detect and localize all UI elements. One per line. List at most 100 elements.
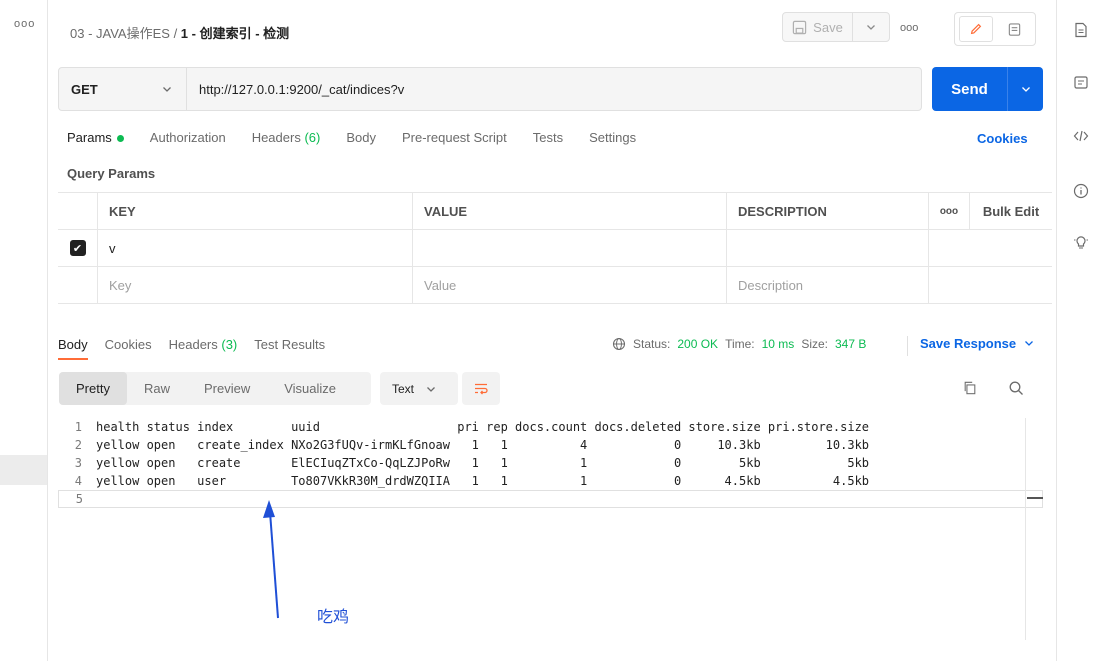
send-button-group: Send — [932, 67, 1043, 111]
tab-settings[interactable]: Settings — [589, 130, 636, 145]
table-header-row: KEY VALUE DESCRIPTION ooo Bulk Edit — [58, 193, 1052, 230]
sidebar-selected-item[interactable] — [0, 455, 47, 485]
col-key-header: KEY — [98, 193, 413, 229]
editor-scroll-marker — [1027, 497, 1043, 499]
tab-headers[interactable]: Headers (6) — [252, 130, 321, 145]
resp-tab-test-results[interactable]: Test Results — [254, 337, 325, 360]
document-icon — [1008, 22, 1020, 36]
size-value[interactable]: 347 B — [835, 337, 866, 351]
editor-scrollbar[interactable] — [1025, 418, 1026, 640]
mode-toggle — [954, 12, 1036, 46]
param-key-input[interactable]: v — [98, 230, 413, 266]
tab-body[interactable]: Body — [346, 130, 376, 145]
more-actions-icon[interactable]: ooo — [900, 22, 918, 34]
resp-tab-headers[interactable]: Headers (3) — [169, 337, 238, 360]
new-description-input[interactable]: Description — [727, 267, 929, 303]
wrap-lines-button[interactable] — [462, 372, 500, 405]
save-icon — [792, 20, 807, 34]
line-number: 5 — [75, 492, 83, 506]
bulk-edit-button[interactable]: Bulk Edit — [970, 193, 1052, 229]
cookies-link[interactable]: Cookies — [977, 131, 1028, 146]
method-select[interactable]: GET — [59, 68, 187, 110]
view-raw[interactable]: Raw — [127, 381, 187, 396]
resp-tab-body[interactable]: Body — [58, 337, 88, 360]
send-dropdown-button[interactable] — [1008, 67, 1043, 111]
param-description-input[interactable] — [727, 230, 929, 266]
table-more-icon[interactable]: ooo — [929, 193, 970, 229]
line-number: 3 — [74, 456, 82, 470]
code-line: 2 yellow open create_index NXo2G3fUQv-irm… — [58, 436, 1043, 454]
pencil-icon — [970, 23, 982, 35]
edit-mode-button[interactable] — [959, 16, 993, 42]
method-label: GET — [71, 81, 98, 97]
globe-icon — [612, 337, 626, 351]
size-label: Size: — [801, 337, 828, 351]
save-response-button[interactable]: Save Response — [920, 336, 1034, 351]
search-icon[interactable] — [1008, 380, 1024, 396]
chevron-down-icon — [1021, 87, 1030, 92]
code-line: 3 yellow open create ElECIuqZTxCo-QqLZJPo… — [58, 454, 1043, 472]
status-label: Status: — [633, 337, 671, 351]
param-enabled-checkbox[interactable]: ✔ — [69, 240, 86, 256]
format-label: Text — [392, 381, 415, 396]
view-pretty[interactable]: Pretty — [59, 372, 127, 405]
url-bar: GET http://127.0.0.1:9200/_cat/indices?v — [58, 67, 922, 111]
documentation-icon[interactable] — [1073, 22, 1089, 38]
resp-headers-count: (3) — [221, 337, 238, 352]
new-key-input[interactable]: Key — [98, 267, 413, 303]
left-sidebar: ooo — [0, 0, 48, 661]
chevron-down-icon — [1024, 341, 1033, 346]
col-value-header: VALUE — [413, 193, 727, 229]
chevron-down-icon — [427, 386, 435, 392]
query-params-title: Query Params — [67, 166, 156, 181]
code-line-current: 5 — [58, 490, 1043, 508]
breadcrumb-collection[interactable]: 03 - JAVA操作ES — [70, 26, 170, 41]
copy-icon[interactable] — [963, 381, 977, 395]
url-input[interactable]: http://127.0.0.1:9200/_cat/indices?v — [187, 82, 404, 97]
headers-count: (6) — [304, 130, 321, 145]
code-line: 4 yellow open user To807VKkR30M_drdWZQIIA… — [58, 472, 1043, 490]
table-row-new: Key Value Description — [58, 267, 1052, 304]
query-params-table: KEY VALUE DESCRIPTION ooo Bulk Edit ✔ v … — [58, 192, 1052, 304]
params-active-dot — [116, 135, 124, 143]
time-label: Time: — [725, 337, 755, 351]
annotation-text: 吃鸡 — [317, 607, 350, 626]
view-preview[interactable]: Preview — [187, 381, 267, 396]
wrap-lines-icon — [475, 383, 488, 394]
new-value-input[interactable]: Value — [413, 267, 727, 303]
info-icon[interactable] — [1073, 183, 1089, 199]
format-select[interactable]: Text — [380, 372, 458, 405]
request-header: 03 - JAVA操作ES / 1 - 创建索引 - 检测 Save ooo — [48, 0, 1056, 60]
lightbulb-icon[interactable] — [1073, 234, 1089, 250]
code-text: yellow open create_index NXo2G3fUQv-irmK… — [96, 438, 870, 452]
status-value: 200 OK — [677, 337, 719, 351]
view-visualize[interactable]: Visualize — [267, 381, 353, 396]
response-body-editor[interactable]: 1 health status index uuid pri rep docs.c… — [58, 418, 1043, 640]
code-snippet-icon[interactable] — [1073, 128, 1089, 144]
save-label: Save — [813, 19, 843, 35]
save-button[interactable]: Save — [783, 13, 853, 41]
chevron-down-icon — [867, 25, 875, 30]
breadcrumb-separator: / — [169, 26, 181, 41]
resp-tab-cookies[interactable]: Cookies — [105, 337, 152, 360]
line-number: 2 — [74, 438, 82, 452]
breadcrumb-request-name[interactable]: 1 - 创建索引 - 检测 — [181, 26, 289, 41]
code-line: 1 health status index uuid pri rep docs.c… — [58, 418, 1043, 436]
code-text: health status index uuid pri rep docs.co… — [96, 420, 870, 434]
tab-params[interactable]: Params — [67, 130, 124, 145]
response-tabs: Body Cookies Headers (3) Test Results — [58, 337, 325, 360]
chevron-down-icon — [163, 87, 171, 92]
tab-authorization[interactable]: Authorization — [150, 130, 226, 145]
time-value[interactable]: 10 ms — [762, 337, 795, 351]
request-tabs: Params Authorization Headers (6) Body Pr… — [67, 130, 636, 145]
save-dropdown-button[interactable] — [853, 13, 889, 41]
breadcrumb: 03 - JAVA操作ES / 1 - 创建索引 - 检测 — [70, 23, 289, 42]
tab-tests[interactable]: Tests — [533, 130, 563, 145]
tab-prerequest-script[interactable]: Pre-request Script — [402, 130, 507, 145]
send-button[interactable]: Send — [932, 67, 1008, 111]
docs-mode-button[interactable] — [997, 16, 1031, 42]
comments-icon[interactable] — [1073, 75, 1089, 91]
response-status: Status: 200 OK Time: 10 ms Size: 347 B — [612, 337, 866, 351]
sidebar-more-icon[interactable]: ooo — [14, 18, 35, 30]
param-value-input[interactable] — [413, 230, 727, 266]
